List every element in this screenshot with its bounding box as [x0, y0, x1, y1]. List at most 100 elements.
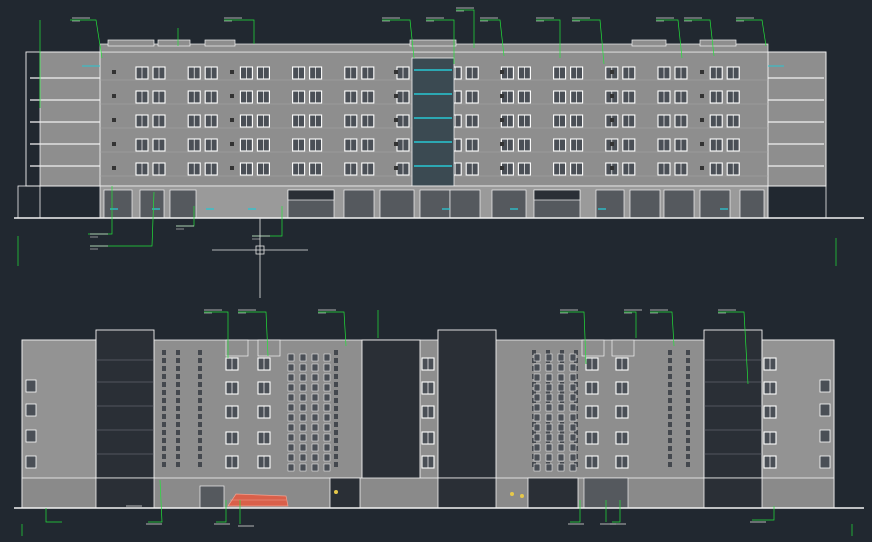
louvre: [162, 358, 166, 363]
small-opening: [500, 94, 504, 98]
louvre: [198, 422, 202, 427]
small-opening: [700, 118, 704, 122]
small-opening: [610, 142, 614, 146]
louvre: [176, 414, 180, 419]
grille-window: [299, 453, 307, 462]
roof-feature: [107, 39, 155, 47]
grille-window: [533, 423, 541, 432]
grille-window: [323, 373, 331, 382]
grille-window: [311, 463, 319, 472]
louvre: [668, 422, 672, 427]
louvre: [334, 438, 338, 443]
louvre: [176, 406, 180, 411]
louvre: [176, 350, 180, 355]
grille-window: [311, 423, 319, 432]
shopfront: [379, 189, 415, 219]
small-opening: [500, 166, 504, 170]
grille-window: [299, 403, 307, 412]
louvre: [162, 374, 166, 379]
grille-window: [323, 363, 331, 372]
grille-window: [299, 443, 307, 452]
louvre: [176, 438, 180, 443]
side-window: [819, 379, 831, 393]
louvre: [686, 430, 690, 435]
louvre: [198, 358, 202, 363]
louvre: [162, 366, 166, 371]
louvre: [686, 406, 690, 411]
louvre: [686, 390, 690, 395]
grille-window: [323, 403, 331, 412]
louvre: [162, 430, 166, 435]
louvre: [334, 382, 338, 387]
grille-window: [533, 383, 541, 392]
louvre: [198, 414, 202, 419]
roof-stair: [257, 339, 281, 357]
grille-window: [557, 423, 565, 432]
louvre: [334, 374, 338, 379]
grille-window: [533, 363, 541, 372]
louvre: [668, 406, 672, 411]
small-opening: [500, 142, 504, 146]
signboard: [287, 189, 335, 201]
grille-window: [533, 393, 541, 402]
grille-window: [557, 443, 565, 452]
louvre: [176, 446, 180, 451]
louvre: [668, 390, 672, 395]
grille-window: [311, 353, 319, 362]
grille-window: [311, 383, 319, 392]
louvre: [686, 438, 690, 443]
marker-dot: [520, 494, 524, 498]
grille-window: [569, 453, 577, 462]
cad-drawing-canvas[interactable]: [0, 0, 872, 542]
ground-opening: [95, 477, 155, 509]
front-elevation: [14, 39, 864, 219]
small-opening: [230, 118, 234, 122]
grille-window: [545, 363, 553, 372]
grille-window: [545, 453, 553, 462]
grille-window: [557, 353, 565, 362]
grille-window: [533, 353, 541, 362]
louvre: [668, 454, 672, 459]
grille-window: [287, 443, 295, 452]
small-opening: [610, 166, 614, 170]
louvre: [686, 382, 690, 387]
grille-window: [545, 423, 553, 432]
louvre: [162, 462, 166, 467]
grille-window: [299, 433, 307, 442]
grille-window: [569, 363, 577, 372]
small-opening: [112, 142, 116, 146]
grille-window: [569, 383, 577, 392]
roof-feature: [699, 39, 737, 47]
louvre: [334, 366, 338, 371]
roof-stair: [225, 339, 249, 357]
grille-window: [533, 413, 541, 422]
louvre: [334, 454, 338, 459]
small-opening: [500, 70, 504, 74]
grille-window: [545, 383, 553, 392]
small-opening: [610, 118, 614, 122]
grille-window: [323, 443, 331, 452]
grille-window: [311, 373, 319, 382]
louvre: [668, 350, 672, 355]
entrance-door: [199, 485, 225, 509]
shopfront: [169, 189, 197, 219]
grille-window: [323, 463, 331, 472]
louvre: [686, 446, 690, 451]
louvre: [334, 430, 338, 435]
louvre: [176, 430, 180, 435]
grille-window: [323, 413, 331, 422]
louvre: [176, 422, 180, 427]
louvre: [686, 422, 690, 427]
roof-feature: [631, 39, 667, 47]
shopfront: [595, 189, 625, 219]
shopfront: [449, 189, 481, 219]
grille-window: [323, 383, 331, 392]
louvre: [334, 422, 338, 427]
small-opening: [610, 70, 614, 74]
grille-window: [287, 383, 295, 392]
marker-dot: [334, 490, 338, 494]
grille-window: [287, 423, 295, 432]
grille-window: [287, 373, 295, 382]
louvre: [198, 430, 202, 435]
small-opening: [610, 94, 614, 98]
